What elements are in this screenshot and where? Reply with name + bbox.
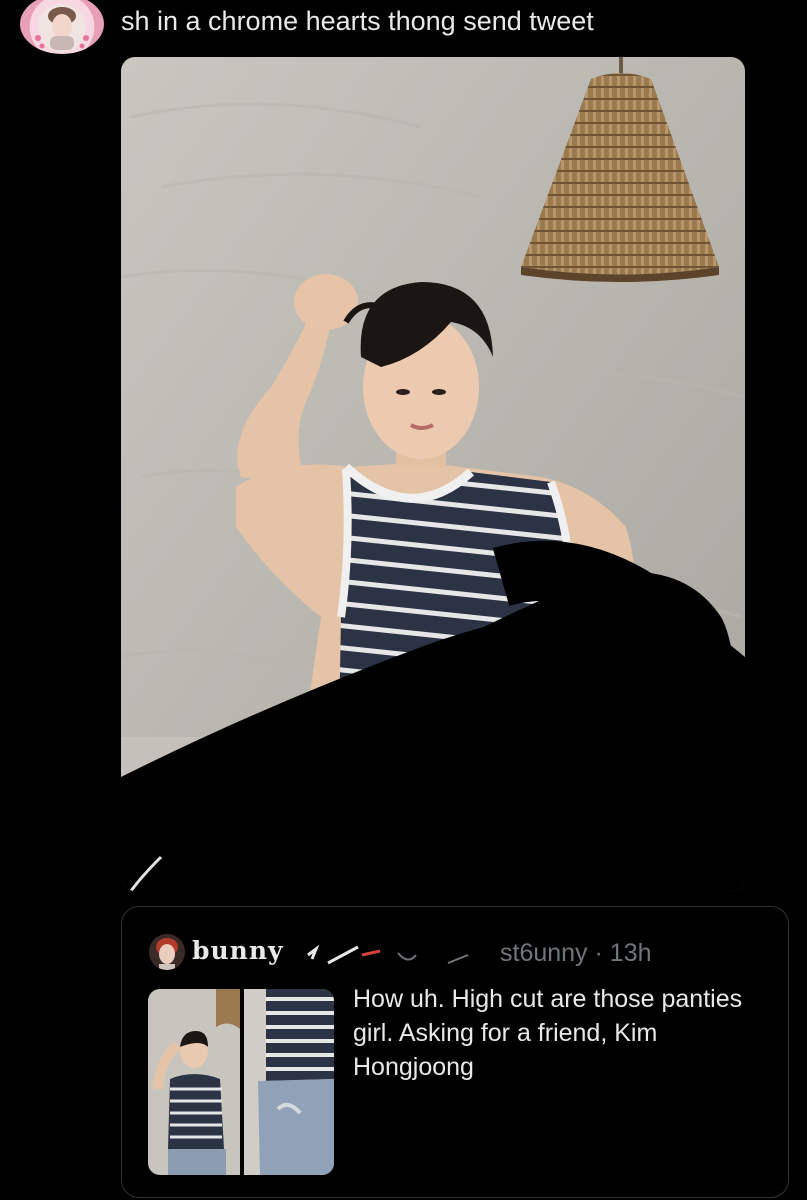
tweet-photo[interactable] <box>121 57 745 891</box>
quoted-display-name[interactable]: bunny <box>192 935 284 967</box>
photo-image <box>121 57 745 891</box>
quoted-author-avatar[interactable] <box>149 934 185 970</box>
quoted-timestamp[interactable]: 13h <box>610 939 652 967</box>
avatar-icon <box>35 4 89 52</box>
quoted-meta: st6unny · 13h <box>500 937 652 969</box>
tweet-text: sh in a chrome hearts thong send tweet <box>121 6 594 36</box>
redaction-scribble <box>307 941 508 971</box>
quoted-tweet-text: How uh. High cut are those panties girl.… <box>353 985 743 1081</box>
photo-image <box>148 989 334 1175</box>
avatar-icon <box>149 934 185 970</box>
quoted-tweet-card[interactable]: bunny st6unny · 13h How uh. High cut are… <box>121 906 789 1198</box>
quoted-handle[interactable]: st6unny <box>500 939 588 967</box>
meta-separator: · <box>594 939 603 967</box>
quoted-photo[interactable] <box>148 989 334 1175</box>
author-avatar[interactable] <box>20 0 104 54</box>
